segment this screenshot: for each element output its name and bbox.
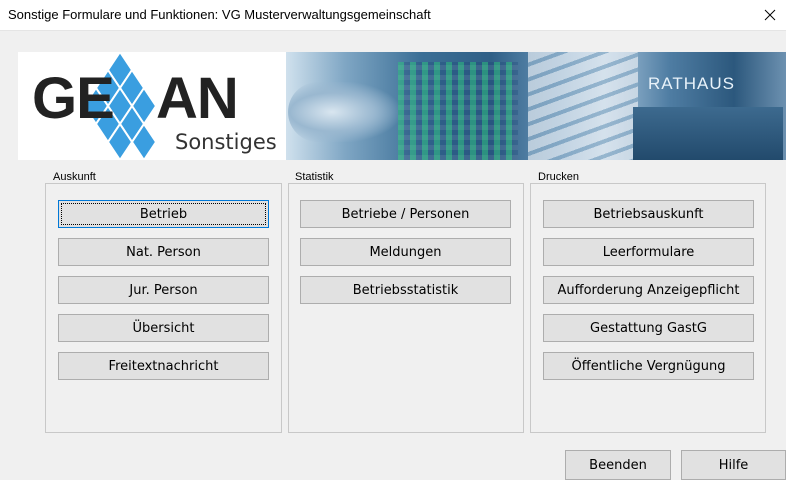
gestattung-gastg-button[interactable]: Gestattung GastG <box>543 314 754 342</box>
gewan-logo: GE AN Sonstiges <box>18 52 286 160</box>
banner: RATHAUS GE AN Sonstiges <box>18 52 786 160</box>
logo-letters-an: AN <box>156 66 239 131</box>
betriebsauskunft-button[interactable]: Betriebsauskunft <box>543 200 754 228</box>
title-bar: Sonstige Formulare und Funktionen: VG Mu… <box>0 0 786 31</box>
betriebe-personen-button[interactable]: Betriebe / Personen <box>300 200 511 228</box>
group-statistik-label: Statistik <box>293 171 336 183</box>
uebersicht-button[interactable]: Übersicht <box>58 314 269 342</box>
window-title: Sonstige Formulare und Funktionen: VG Mu… <box>8 7 431 22</box>
freitextnachricht-button[interactable]: Freitextnachricht <box>58 352 269 380</box>
logo-letters-ge: GE <box>32 66 115 131</box>
close-button[interactable] <box>754 0 786 30</box>
group-drucken-label: Drucken <box>536 171 581 183</box>
hilfe-button[interactable]: Hilfe <box>681 450 786 480</box>
group-auskunft-label: Auskunft <box>51 171 98 183</box>
meldungen-button[interactable]: Meldungen <box>300 238 511 266</box>
data-grid-image <box>398 62 518 160</box>
oeffentliche-vergnuegung-button[interactable]: Öffentliche Vergnügung <box>543 352 754 380</box>
logo-subtitle: Sonstiges <box>175 130 277 154</box>
banner-photo-collage: RATHAUS <box>248 52 786 160</box>
rathaus-sign: RATHAUS <box>648 74 735 93</box>
betrieb-button[interactable]: Betrieb <box>58 200 269 228</box>
handshake-image <box>288 82 398 142</box>
leerformulare-button[interactable]: Leerformulare <box>543 238 754 266</box>
aufforderung-anzeigepflicht-button[interactable]: Aufforderung Anzeigepflicht <box>543 276 754 304</box>
building-image <box>633 107 783 160</box>
jur-person-button[interactable]: Jur. Person <box>58 276 269 304</box>
keyboard-image <box>528 52 638 160</box>
close-icon <box>764 9 776 21</box>
nat-person-button[interactable]: Nat. Person <box>58 238 269 266</box>
betriebsstatistik-button[interactable]: Betriebsstatistik <box>300 276 511 304</box>
beenden-button[interactable]: Beenden <box>565 450 671 480</box>
